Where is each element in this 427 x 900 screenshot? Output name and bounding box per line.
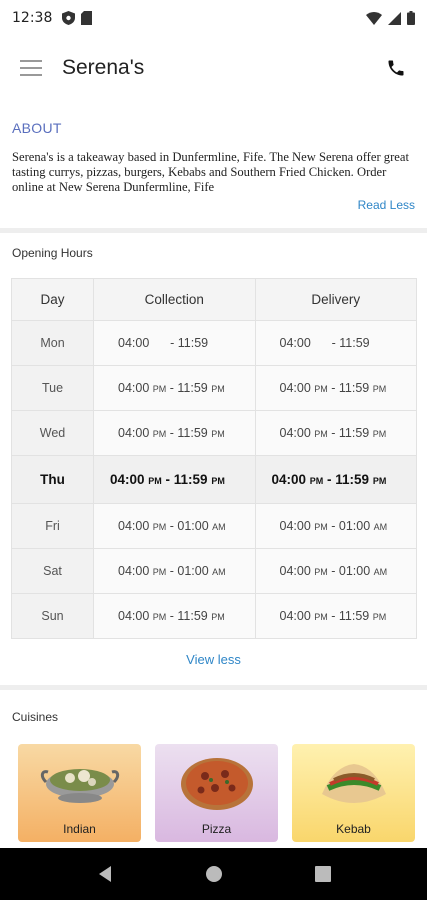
- system-nav-bar: [0, 848, 427, 900]
- collection-hours: 04:00 PM - 11:59 PM: [93, 455, 256, 504]
- delivery-hours: 04:00 - 11:59: [254, 320, 417, 366]
- about-section: ABOUT Serena's is a takeaway based in Du…: [0, 110, 427, 212]
- menu-button[interactable]: [16, 53, 46, 83]
- section-divider: [0, 685, 427, 690]
- day-cell: Sun: [11, 593, 94, 639]
- about-description: Serena's is a takeaway based in Dunferml…: [12, 150, 409, 194]
- cuisine-list: Indian Pizza Kebab: [18, 744, 415, 842]
- cuisines-title: Cuisines: [12, 710, 59, 724]
- delivery-hours: 04:00 PM - 01:00 AM: [254, 503, 417, 549]
- cuisine-label: Kebab: [336, 822, 371, 836]
- header-collection: Collection: [93, 278, 256, 321]
- table-row: Fri 04:00 PM - 01:00 AM 04:00 PM - 01:00…: [11, 503, 417, 549]
- hamburger-icon: [20, 60, 42, 76]
- sd-card-icon: [81, 11, 93, 25]
- collection-hours: 04:00 PM - 11:59 PM: [93, 410, 256, 456]
- opening-hours-section: Opening Hours Day Collection Delivery Mo…: [0, 236, 427, 639]
- collection-hours: 04:00 - 11:59: [93, 320, 256, 366]
- status-time: 12:38: [12, 10, 53, 26]
- wifi-icon: [366, 11, 382, 25]
- page-title: Serena's: [62, 56, 145, 79]
- table-row-today: Thu 04:00 PM - 11:59 PM 04:00 PM - 11:59…: [11, 455, 417, 504]
- cuisine-card-indian[interactable]: Indian: [18, 744, 141, 842]
- delivery-hours: 04:00 PM - 11:59 PM: [254, 410, 417, 456]
- day-cell: Fri: [11, 503, 94, 549]
- cuisine-label: Pizza: [201, 822, 232, 836]
- header-day: Day: [11, 278, 94, 321]
- table-row: Mon 04:00 - 11:59 04:00 - 11:59: [11, 320, 417, 366]
- cuisine-card-kebab[interactable]: Kebab: [292, 744, 415, 842]
- app-bar: Serena's: [0, 36, 427, 100]
- about-heading: ABOUT: [12, 120, 62, 136]
- collection-hours: 04:00 PM - 01:00 AM: [93, 503, 256, 549]
- shield-icon: [62, 11, 76, 25]
- call-button[interactable]: [381, 53, 411, 83]
- day-cell: Sat: [11, 548, 94, 594]
- collection-hours: 04:00 PM - 11:59 PM: [93, 593, 256, 639]
- day-cell: Mon: [11, 320, 94, 366]
- day-cell: Tue: [11, 365, 94, 411]
- signal-icon: [388, 11, 401, 25]
- kebab-wrap-icon: [321, 764, 386, 803]
- table-row: Sun 04:00 PM - 11:59 PM 04:00 PM - 11:59…: [11, 593, 417, 639]
- delivery-hours: 04:00 PM - 11:59 PM: [254, 593, 417, 639]
- day-cell: Thu: [11, 455, 94, 504]
- back-icon[interactable]: [96, 865, 114, 883]
- curry-bowl-icon: [40, 769, 119, 803]
- table-row: Tue 04:00 PM - 11:59 PM 04:00 PM - 11:59…: [11, 365, 417, 411]
- phone-icon: [388, 60, 404, 76]
- day-cell: Wed: [11, 410, 94, 456]
- table-row: Sat 04:00 PM - 01:00 AM 04:00 PM - 01:00…: [11, 548, 417, 594]
- cuisine-label: Indian: [63, 822, 96, 836]
- collection-hours: 04:00 PM - 11:59 PM: [93, 365, 256, 411]
- home-icon[interactable]: [205, 865, 223, 883]
- battery-icon: [407, 11, 415, 25]
- opening-hours-title: Opening Hours: [12, 246, 93, 260]
- table-row: Wed 04:00 PM - 11:59 PM 04:00 PM - 11:59…: [11, 410, 417, 456]
- delivery-hours: 04:00 PM - 01:00 AM: [254, 548, 417, 594]
- header-delivery: Delivery: [254, 278, 417, 321]
- collection-hours: 04:00 PM - 01:00 AM: [93, 548, 256, 594]
- cuisine-card-pizza[interactable]: Pizza: [155, 744, 278, 842]
- recents-icon[interactable]: [315, 866, 332, 882]
- section-divider: [0, 228, 427, 233]
- cuisines-section: Cuisines Indian Pizza Kebab: [0, 700, 427, 842]
- table-header-row: Day Collection Delivery: [11, 278, 417, 321]
- view-less-link[interactable]: View less: [0, 652, 427, 667]
- delivery-hours: 04:00 PM - 11:59 PM: [254, 365, 417, 411]
- opening-hours-table: Day Collection Delivery Mon 04:00 - 11:5…: [11, 278, 417, 639]
- delivery-hours: 04:00 PM - 11:59 PM: [254, 455, 417, 504]
- read-less-link[interactable]: Read Less: [12, 198, 415, 212]
- pizza-icon: [180, 758, 253, 810]
- status-bar: 12:38: [0, 0, 427, 36]
